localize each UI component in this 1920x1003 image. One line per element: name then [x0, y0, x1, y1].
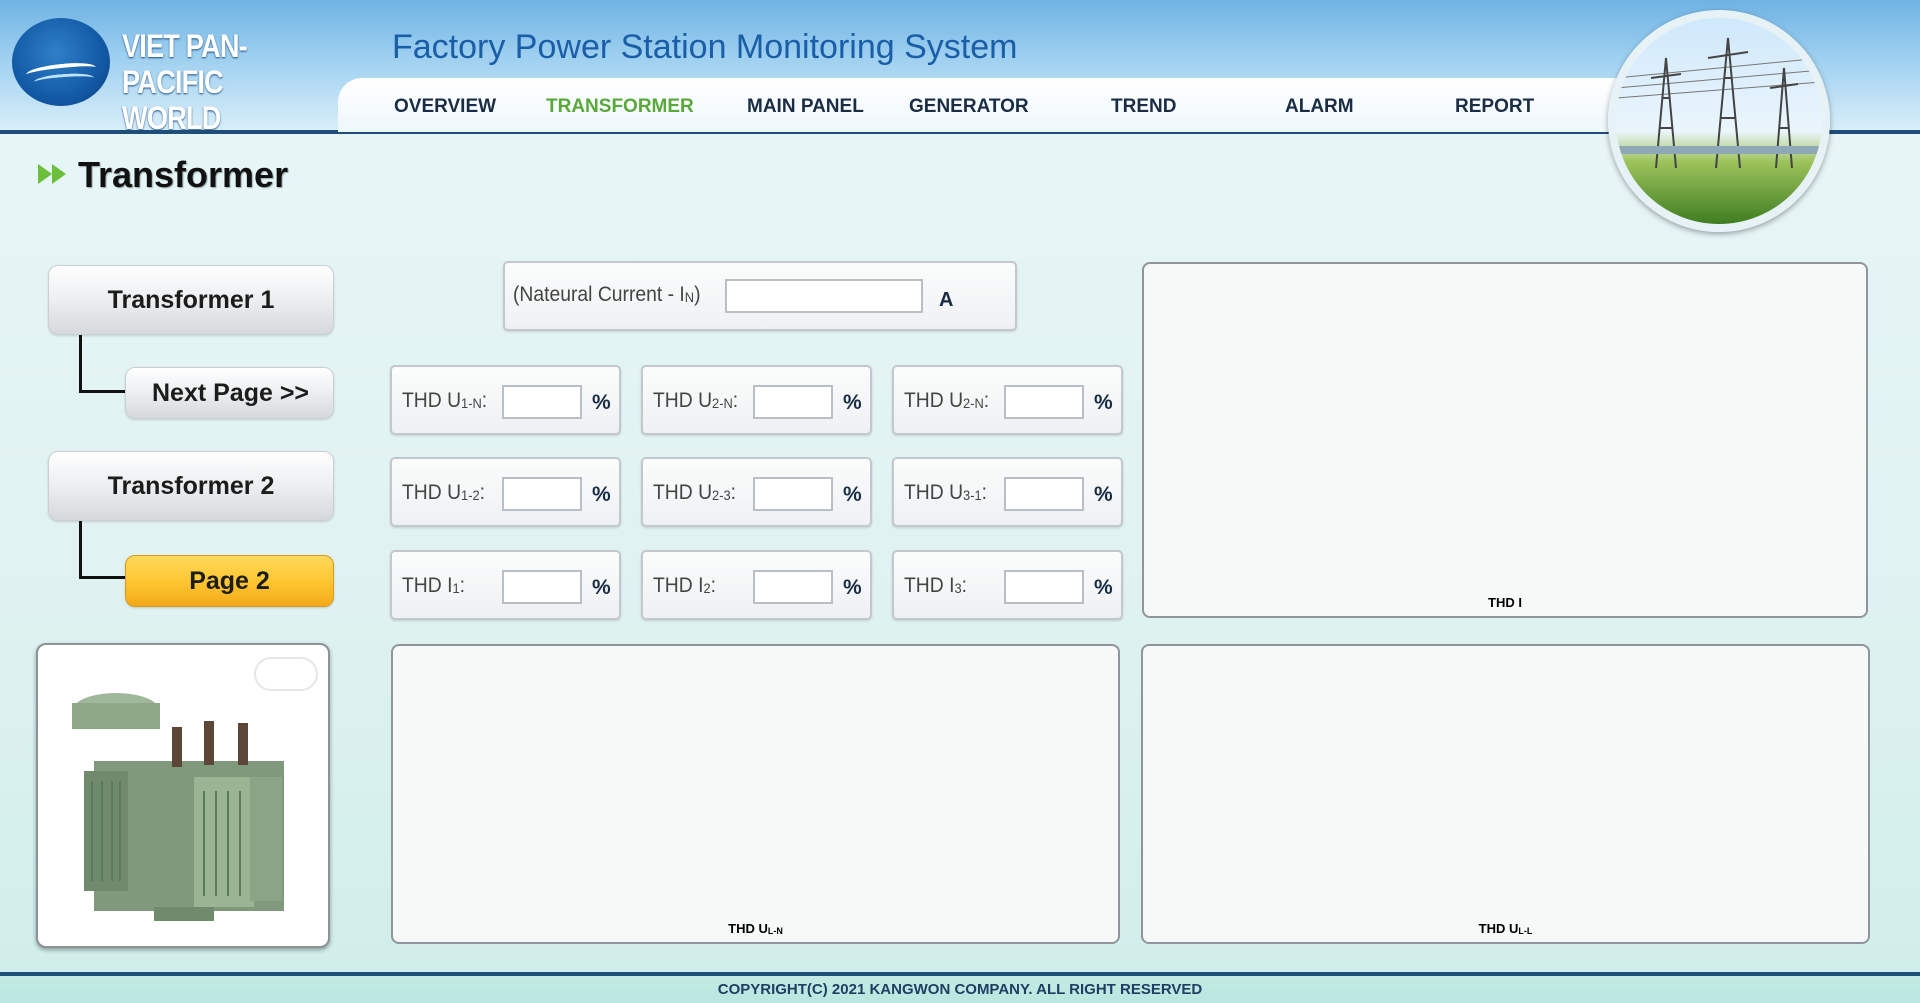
thd-field-label: THD I2:	[653, 574, 716, 597]
transformer-1-button[interactable]: Transformer 1	[48, 265, 334, 335]
brand-name: VIET PAN-PACIFIC WORLD	[122, 28, 309, 136]
transformer-picture-icon	[72, 693, 284, 921]
brand-line2: WORLD	[122, 100, 221, 136]
nav-transformer[interactable]: TRANSFORMER	[546, 96, 694, 118]
thd-value-field[interactable]	[1004, 385, 1084, 419]
page-2-label: Page 2	[189, 566, 270, 595]
thd-unit-label: %	[1094, 391, 1113, 414]
thd-ull-caption: THD UL-L	[1478, 921, 1533, 936]
thd-field-label: THD I3:	[904, 574, 967, 597]
thd-field-label: THD U3-1:	[904, 481, 988, 504]
thd-value-field[interactable]	[1004, 570, 1084, 604]
thd-field-box: THD U2-N:%	[641, 365, 872, 435]
company-logo-icon	[12, 18, 110, 106]
thd-uln-chart: THD UL-N	[391, 644, 1120, 944]
header: VIET PAN-PACIFIC WORLD Factory Power Sta…	[0, 0, 1920, 232]
app-title: Factory Power Station Monitoring System	[392, 28, 1018, 66]
thd-field-box: THD U3-1:%	[892, 457, 1123, 527]
thd-value-field[interactable]	[753, 570, 833, 604]
transformer-image-panel	[36, 643, 330, 948]
thd-field-label: THD U2-N:	[653, 389, 739, 412]
thd-field-label: THD U1-N:	[402, 389, 488, 412]
nav-generator[interactable]: GENERATOR	[909, 96, 1029, 118]
thd-field-box: THD U2-3:%	[641, 457, 872, 527]
nav-trend[interactable]: TREND	[1111, 96, 1176, 118]
thd-value-field[interactable]	[502, 385, 582, 419]
neutral-current-unit: A	[939, 289, 954, 311]
next-page-button[interactable]: Next Page >>	[125, 367, 334, 419]
page-2-button[interactable]: Page 2	[125, 555, 334, 607]
thd-uln-caption: THD UL-N	[728, 921, 783, 936]
thd-unit-label: %	[1094, 483, 1113, 506]
footer: COPYRIGHT(C) 2021 KANGWON COMPANY. ALL R…	[0, 972, 1920, 1003]
copyright-text: COPYRIGHT(C) 2021 KANGWON COMPANY. ALL R…	[717, 981, 1203, 998]
transformer-2-label: Transformer 2	[107, 471, 275, 500]
thd-unit-label: %	[843, 483, 862, 506]
thd-field-box: THD I2:%	[641, 550, 872, 620]
page-title: Transformer	[78, 154, 289, 195]
tree-connector	[79, 335, 125, 393]
thd-field-box: THD U2-N:%	[892, 365, 1123, 435]
neutral-current-box: (Nateural Current - IN) A	[503, 261, 1017, 331]
tree-connector	[79, 521, 125, 579]
thd-unit-label: %	[592, 576, 611, 599]
thd-unit-label: %	[1094, 576, 1113, 599]
next-page-label: Next Page >>	[152, 378, 310, 407]
thd-value-field[interactable]	[753, 477, 833, 511]
transformer-1-label: Transformer 1	[107, 285, 275, 314]
thd-ull-chart: THD UL-L	[1141, 644, 1870, 944]
nav-report[interactable]: REPORT	[1455, 96, 1534, 118]
thd-unit-label: %	[843, 391, 862, 414]
power-tower-image	[1608, 10, 1830, 232]
thd-value-field[interactable]	[1004, 477, 1084, 511]
thd-field-box: THD U1-N:%	[390, 365, 621, 435]
transformer-2-button[interactable]: Transformer 2	[48, 451, 334, 521]
nav-overview[interactable]: OVERVIEW	[394, 96, 496, 118]
nav-alarm[interactable]: ALARM	[1285, 96, 1354, 118]
thd-field-label: THD I1:	[402, 574, 465, 597]
thd-unit-label: %	[843, 576, 862, 599]
thd-unit-label: %	[592, 483, 611, 506]
main-nav: OVERVIEW TRANSFORMER MAIN PANEL GENERATO…	[338, 78, 1638, 132]
neutral-current-label: (Nateural Current - IN)	[513, 283, 701, 306]
thd-i-caption: THD I	[1488, 595, 1522, 610]
double-arrow-icon	[38, 164, 66, 184]
thd-unit-label: %	[592, 391, 611, 414]
thd-field-label: THD U1-2:	[402, 481, 486, 504]
neutral-current-field[interactable]	[725, 279, 923, 313]
thd-field-box: THD I3:%	[892, 550, 1123, 620]
thd-value-field[interactable]	[502, 570, 582, 604]
thd-value-field[interactable]	[502, 477, 582, 511]
thd-field-label: THD U2-3:	[653, 481, 737, 504]
thd-value-field[interactable]	[753, 385, 833, 419]
thd-field-box: THD I1:%	[390, 550, 621, 620]
thd-field-box: THD U1-2:%	[390, 457, 621, 527]
thd-field-label: THD U2-N:	[904, 389, 990, 412]
thd-i-chart: THD I	[1142, 262, 1868, 618]
brand-line1: VIET PAN-PACIFIC	[122, 28, 248, 100]
nav-main-panel[interactable]: MAIN PANEL	[747, 96, 864, 118]
